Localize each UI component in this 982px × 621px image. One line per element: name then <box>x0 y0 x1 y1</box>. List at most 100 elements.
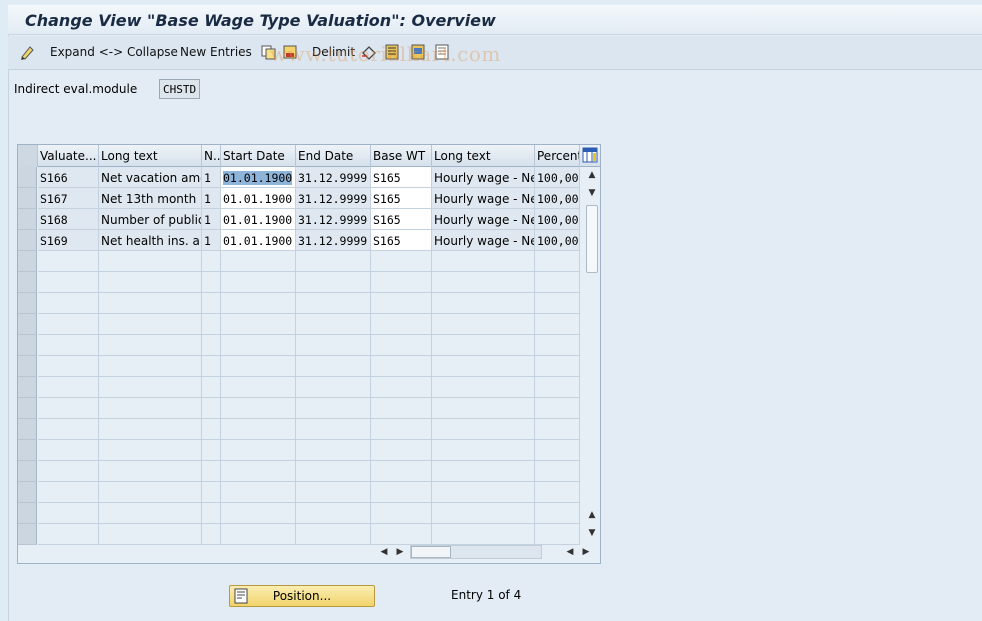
column-header[interactable]: Valuate... <box>38 145 99 167</box>
empty-cell[interactable] <box>535 482 580 503</box>
empty-cell[interactable] <box>221 440 296 461</box>
empty-cell[interactable] <box>38 503 99 524</box>
column-header[interactable]: Long text <box>99 145 202 167</box>
empty-cell[interactable] <box>38 314 99 335</box>
empty-cell[interactable] <box>221 377 296 398</box>
empty-cell[interactable] <box>432 356 535 377</box>
empty-cell[interactable] <box>296 503 371 524</box>
empty-cell[interactable] <box>202 314 221 335</box>
column-header[interactable]: N.. <box>202 145 221 167</box>
empty-cell[interactable] <box>38 524 99 545</box>
empty-cell[interactable] <box>38 398 99 419</box>
empty-cell[interactable] <box>371 398 432 419</box>
select-all-rows-button[interactable] <box>18 145 38 167</box>
empty-cell[interactable] <box>99 356 202 377</box>
scroll-down-icon[interactable]: ▼ <box>586 527 598 539</box>
empty-cell[interactable] <box>296 482 371 503</box>
empty-cell[interactable] <box>535 251 580 272</box>
row-selector[interactable] <box>18 503 37 524</box>
empty-cell[interactable] <box>371 314 432 335</box>
row-selector[interactable] <box>18 524 37 545</box>
empty-cell[interactable] <box>371 503 432 524</box>
empty-cell[interactable] <box>202 419 221 440</box>
empty-cell[interactable] <box>371 440 432 461</box>
empty-cell[interactable] <box>202 272 221 293</box>
empty-cell[interactable] <box>296 398 371 419</box>
empty-cell[interactable] <box>535 272 580 293</box>
empty-cell[interactable] <box>296 356 371 377</box>
empty-cell[interactable] <box>535 377 580 398</box>
empty-cell[interactable] <box>535 503 580 524</box>
row-selector[interactable] <box>18 167 37 188</box>
scroll-page-up-icon[interactable]: ▲ <box>586 509 598 521</box>
empty-cell[interactable] <box>371 356 432 377</box>
start-date-field[interactable]: 01.01.1900 <box>221 209 296 230</box>
empty-cell[interactable] <box>202 461 221 482</box>
empty-cell[interactable] <box>99 335 202 356</box>
empty-cell[interactable] <box>432 482 535 503</box>
vertical-scrollbar[interactable]: ▲ ▼ ▲ ▼ <box>584 167 600 542</box>
empty-cell[interactable] <box>432 524 535 545</box>
row-selector[interactable] <box>18 461 37 482</box>
new-entries-button[interactable]: New Entries <box>180 45 252 59</box>
empty-cell[interactable] <box>202 356 221 377</box>
empty-cell[interactable] <box>38 461 99 482</box>
empty-cell[interactable] <box>432 293 535 314</box>
empty-cell[interactable] <box>432 272 535 293</box>
empty-cell[interactable] <box>202 524 221 545</box>
empty-cell[interactable] <box>221 272 296 293</box>
empty-cell[interactable] <box>371 461 432 482</box>
empty-cell[interactable] <box>432 419 535 440</box>
empty-cell[interactable] <box>296 377 371 398</box>
row-selector[interactable] <box>18 272 37 293</box>
column-header[interactable]: Percent <box>535 145 580 167</box>
empty-cell[interactable] <box>99 524 202 545</box>
row-selector[interactable] <box>18 293 37 314</box>
empty-cell[interactable] <box>221 419 296 440</box>
empty-cell[interactable] <box>535 440 580 461</box>
empty-cell[interactable] <box>371 293 432 314</box>
empty-cell[interactable] <box>221 293 296 314</box>
scroll-left-icon[interactable]: ◀ <box>564 546 576 558</box>
empty-cell[interactable] <box>221 314 296 335</box>
empty-cell[interactable] <box>535 293 580 314</box>
empty-cell[interactable] <box>296 461 371 482</box>
empty-cell[interactable] <box>202 482 221 503</box>
row-selector[interactable] <box>18 419 37 440</box>
empty-cell[interactable] <box>221 398 296 419</box>
empty-cell[interactable] <box>535 314 580 335</box>
empty-cell[interactable] <box>38 251 99 272</box>
scrollbar-track[interactable] <box>410 545 542 559</box>
empty-cell[interactable] <box>38 293 99 314</box>
empty-cell[interactable] <box>202 377 221 398</box>
row-selector[interactable] <box>18 251 37 272</box>
table-settings-icon[interactable] <box>582 147 598 163</box>
start-date-field[interactable]: 01.01.1900 <box>221 167 296 188</box>
empty-cell[interactable] <box>296 272 371 293</box>
empty-cell[interactable] <box>371 272 432 293</box>
empty-cell[interactable] <box>99 293 202 314</box>
empty-cell[interactable] <box>296 335 371 356</box>
empty-cell[interactable] <box>221 356 296 377</box>
empty-cell[interactable] <box>221 461 296 482</box>
empty-cell[interactable] <box>221 524 296 545</box>
empty-cell[interactable] <box>38 440 99 461</box>
empty-cell[interactable] <box>202 293 221 314</box>
row-selector[interactable] <box>18 335 37 356</box>
empty-cell[interactable] <box>296 524 371 545</box>
empty-cell[interactable] <box>296 440 371 461</box>
empty-cell[interactable] <box>296 419 371 440</box>
column-header[interactable]: Base WT <box>371 145 432 167</box>
empty-cell[interactable] <box>202 251 221 272</box>
empty-cell[interactable] <box>296 314 371 335</box>
empty-cell[interactable] <box>371 524 432 545</box>
empty-cell[interactable] <box>535 461 580 482</box>
horizontal-scrollbar[interactable]: ◀ ▶ ◀ ▶ <box>378 543 600 561</box>
empty-cell[interactable] <box>535 398 580 419</box>
scroll-up-icon[interactable]: ▲ <box>586 169 598 181</box>
row-selector[interactable] <box>18 440 37 461</box>
empty-cell[interactable] <box>371 482 432 503</box>
position-button[interactable]: Position... <box>229 585 375 607</box>
indirect-eval-module-field[interactable]: CHSTD <box>159 79 200 99</box>
empty-cell[interactable] <box>38 482 99 503</box>
